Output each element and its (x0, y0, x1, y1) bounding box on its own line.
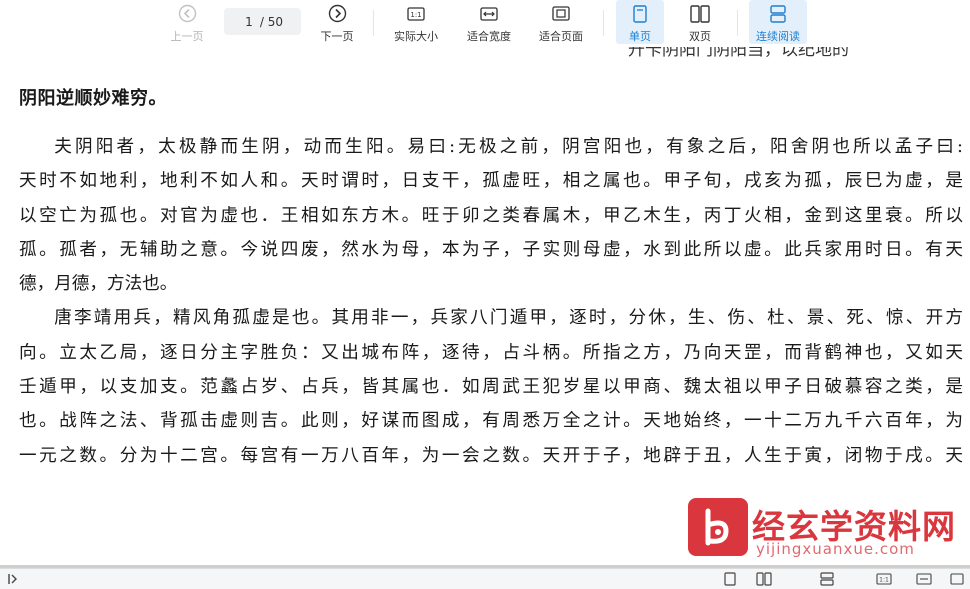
text-line: 也。战阵之法、背孤击虚则吉。此则，好谋而图成，有周悉万全之计。天地始终，一十二万… (19, 411, 963, 432)
text-line: 向。立太乙局，逐日分主字胜负：又出城布阵，逐待，占斗柄。所指之方，乃向天罡，而背… (19, 342, 963, 363)
fit-page-icon[interactable] (950, 571, 964, 587)
text-line: 夫阴阳者，太极静而生阴，动而生阳。易曰:无极之前，阴宫阳也，有象之后，阳舍阴也所… (54, 137, 963, 157)
section-heading: 阴阳逆顺妙难穷。 (19, 88, 167, 109)
continuous-scroll-icon[interactable] (820, 571, 834, 587)
watermark-logo-icon (688, 498, 748, 556)
text-line: 德，月德，方法也。 (19, 274, 178, 295)
text-line: 壬遁甲，以支加支。范蠡占岁、占兵，皆其属也．如周武王犯岁星以甲商、魏太祖以甲子日… (19, 377, 963, 398)
continuous-reading-button[interactable]: 连续阅读 (749, 0, 807, 44)
chevron-left-circle-icon (178, 3, 197, 24)
fit-page-icon (552, 3, 570, 24)
single-page-label: 单页 (629, 30, 651, 43)
text-line: 天时不如地利，地利不如人和。天时谓时，日支干，孤虚旺，相之属也。甲子旬，戌亥为孤… (19, 171, 963, 192)
fit-page-label: 适合页面 (539, 30, 583, 43)
continuous-reading-label: 连续阅读 (756, 30, 800, 43)
single-page-icon[interactable] (724, 571, 736, 587)
actual-size-label: 实际大小 (394, 30, 438, 43)
text-line: 一元之数。分为十二宫。每宫有一万八百年，为一会之数。天开于子，地辟于丑，人生于寅… (19, 445, 963, 466)
actual-size-button[interactable]: 1:1 实际大小 (388, 0, 444, 44)
chevron-right-circle-icon (328, 3, 347, 24)
page-indicator[interactable]: 1 / 50 (224, 8, 301, 35)
prev-page-label: 上一页 (170, 30, 204, 43)
double-page-label: 双页 (689, 30, 711, 43)
svg-text:1:1: 1:1 (879, 577, 889, 584)
toolbar-divider (373, 10, 374, 36)
fit-width-icon (480, 3, 498, 24)
continuous-scroll-icon (769, 3, 787, 24)
toolbar-divider (737, 10, 738, 36)
paragraph-2: 唐李靖用兵，精风角孤虚是也。其用非一，兵家八门遁甲，逐时，分休，生、伤、杜、景、… (19, 301, 963, 472)
fit-width-icon[interactable] (916, 571, 932, 587)
page-number-input[interactable]: 1 (242, 15, 256, 29)
single-page-button[interactable]: 单页 (616, 0, 664, 44)
svg-text:1:1: 1:1 (410, 11, 421, 19)
prev-page-button[interactable]: 上一页 (164, 0, 210, 44)
document-page: 升卡阴阳门阴阳当，以纪地的 阴阳逆顺妙难穷。 夫阴阳者，太极静而生阴，动而生阳。… (0, 47, 970, 565)
body-text: 夫阴阳者，太极静而生阴，动而生阳。易曰:无极之前，阴宫阳也，有象之后，阳舍阴也所… (19, 130, 963, 473)
double-page-button[interactable]: 双页 (676, 0, 724, 44)
cut-off-text-line: 升卡阴阳门阴阳当，以纪地的 (628, 47, 849, 60)
text-line: 唐李靖用兵，精风角孤虚是也。其用非一，兵家八门遁甲，逐时，分休，生、伤、杜、景、… (54, 308, 963, 329)
status-bar: 1:1 (0, 568, 970, 589)
paragraph-1: 夫阴阳者，太极静而生阴，动而生阳。易曰:无极之前，阴宫阳也，有象之后，阳舍阴也所… (19, 130, 963, 301)
site-watermark: 经玄学资料网 yijingxuanxue.com (686, 492, 970, 565)
fit-page-button[interactable]: 适合页面 (532, 0, 590, 44)
double-page-icon[interactable] (756, 571, 772, 587)
text-line: 以空亡为孤也。对官为虚也．王相如东方木。旺于卯之类春属木，甲乙木生，丙丁火相，金… (19, 205, 963, 226)
fit-width-label: 适合宽度 (467, 30, 511, 43)
single-page-icon (633, 3, 647, 24)
next-page-label: 下一页 (320, 30, 354, 43)
text-line: 孤。孤者，无辅助之意。今说四废，然水为母，本为子，子实则母虚，水到此所以虚。此兵… (19, 239, 963, 260)
page-total: / 50 (259, 14, 284, 29)
actual-size-icon: 1:1 (407, 3, 425, 24)
reader-toolbar: 上一页 1 / 50 下一页 1:1 实际大小 适合宽度 适合页面 单页 双页 … (0, 0, 970, 47)
sidebar-toggle-icon[interactable] (6, 571, 20, 587)
watermark-url: yijingxuanxue.com (756, 540, 915, 558)
actual-size-icon[interactable]: 1:1 (876, 571, 892, 587)
fit-width-button[interactable]: 适合宽度 (460, 0, 518, 44)
double-page-icon (690, 3, 710, 24)
next-page-button[interactable]: 下一页 (314, 0, 360, 44)
toolbar-divider (603, 10, 604, 36)
